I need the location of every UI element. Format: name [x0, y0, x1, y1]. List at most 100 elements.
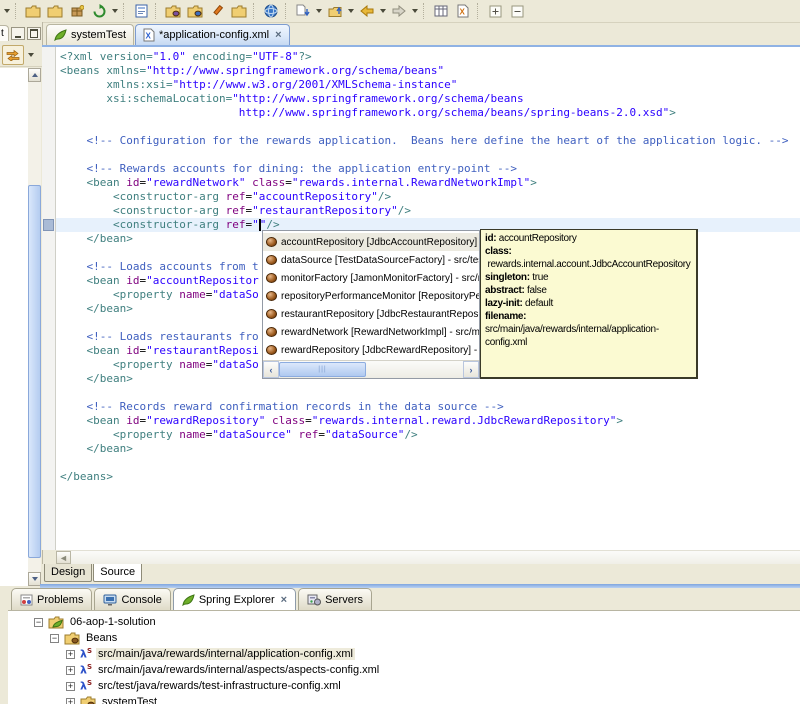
spring-explorer-close-button[interactable]: ×: [281, 594, 287, 605]
forward-button[interactable]: [389, 2, 409, 21]
tab-design[interactable]: Design: [44, 564, 93, 582]
code-line[interactable]: <!-- Records reward confirmation records…: [60, 400, 800, 414]
launch-button[interactable]: [207, 2, 227, 21]
code-line[interactable]: [60, 148, 800, 162]
left-panel-tab[interactable]: t: [0, 25, 9, 41]
web-browser-button[interactable]: [261, 2, 281, 21]
expand-icon[interactable]: +: [66, 681, 75, 691]
completion-item[interactable]: monitorFactory [JamonMonitorFactory] - s…: [263, 269, 479, 287]
open-type-button[interactable]: [163, 2, 183, 21]
code-line[interactable]: xsi:schemaLocation="http://www.springfra…: [60, 92, 800, 106]
refresh-dropdown[interactable]: [112, 9, 118, 13]
tree-row[interactable]: + systemTest: [8, 694, 800, 704]
view-menu-button[interactable]: [28, 53, 34, 57]
scroll-up-button[interactable]: [28, 68, 41, 82]
completion-item[interactable]: rewardRepository [JdbcRewardRepository] …: [263, 341, 479, 359]
last-edit-location-button[interactable]: [293, 2, 313, 21]
tab-source[interactable]: Source: [93, 564, 143, 582]
back-dropdown[interactable]: [380, 9, 386, 13]
xml-doc-button[interactable]: X: [453, 2, 473, 21]
tree-row[interactable]: − Beans: [8, 630, 800, 646]
expand-icon[interactable]: +: [66, 649, 75, 659]
toolbar-dropdown[interactable]: [4, 9, 10, 13]
tab-systemtest[interactable]: systemTest: [46, 24, 135, 45]
go-up-button[interactable]: [325, 2, 345, 21]
tree-row[interactable]: + λS src/main/java/rewards/internal/applic…: [8, 646, 800, 662]
grid-view-button[interactable]: [431, 2, 451, 21]
completion-item[interactable]: dataSource [TestDataSourceFactory] - src…: [263, 251, 479, 269]
tab-close-button[interactable]: ×: [275, 30, 281, 41]
code-line[interactable]: </beans>: [60, 470, 800, 484]
tab-console[interactable]: Console: [94, 588, 171, 610]
tree-row[interactable]: + λS src/test/java/rewards/test-infrastruc…: [8, 678, 800, 694]
minimize-button[interactable]: [10, 26, 25, 40]
popup-scroll-left-button[interactable]: ‹: [263, 361, 279, 378]
tree-row[interactable]: + λS src/main/java/rewards/internal/aspect…: [8, 662, 800, 678]
open-folder-button[interactable]: [229, 2, 249, 21]
go-up-dropdown[interactable]: [348, 9, 354, 13]
editor-ruler[interactable]: [42, 47, 56, 550]
bean-details-tooltip: id: accountRepository class: rewards.inte…: [480, 229, 698, 379]
toolbar-separator: [15, 3, 19, 19]
new-wizard-button[interactable]: [23, 2, 43, 21]
code-line[interactable]: <bean id="rewardRepository" class="rewar…: [60, 414, 800, 428]
new-package-button[interactable]: [67, 2, 87, 21]
open-resource-button[interactable]: [185, 2, 205, 21]
tree-label[interactable]: src/main/java/rewards/internal/aspects/a…: [96, 664, 381, 676]
tree-label[interactable]: systemTest: [100, 696, 159, 704]
tab-servers[interactable]: Servers: [298, 588, 372, 610]
completion-item[interactable]: restaurantRepository [JdbcRestaurantRepo…: [263, 305, 479, 323]
code-line[interactable]: </bean>: [60, 442, 800, 456]
tree-label[interactable]: src/main/java/rewards/internal/applicati…: [96, 648, 355, 660]
code-line[interactable]: <property name="dataSource" ref="dataSou…: [60, 428, 800, 442]
code-line[interactable]: <constructor-arg ref="restaurantReposito…: [60, 204, 800, 218]
tree-label[interactable]: 06-aop-1-solution: [68, 616, 158, 628]
code-line[interactable]: xmlns:xsi="http://www.w3.org/2001/XMLSch…: [60, 78, 800, 92]
tree-label[interactable]: src/test/java/rewards/test-infrastructur…: [96, 680, 343, 692]
hscroll-left-button[interactable]: ◄: [56, 551, 71, 564]
scroll-thumb[interactable]: [28, 185, 41, 558]
xml-file-orange-icon: X: [457, 4, 469, 18]
collapse-icon[interactable]: −: [50, 633, 59, 643]
completion-item[interactable]: accountRepository [JdbcAccountRepository…: [263, 233, 479, 251]
popup-scroll-thumb[interactable]: |||: [279, 362, 366, 377]
refresh-button[interactable]: [89, 2, 109, 21]
package-star-icon: [70, 4, 84, 18]
popup-scroll-right-button[interactable]: ›: [463, 361, 479, 378]
tab-problems[interactable]: Problems: [11, 588, 93, 610]
maximize-button[interactable]: [26, 26, 41, 40]
left-panel-scrollbar[interactable]: [28, 68, 41, 586]
form-editor-button[interactable]: [131, 2, 151, 21]
code-line[interactable]: [60, 120, 800, 134]
code-line[interactable]: <bean id="rewardNetwork" class="rewards.…: [60, 176, 800, 190]
completion-item[interactable]: repositoryPerformanceMonitor [Repository…: [263, 287, 479, 305]
popup-hscrollbar[interactable]: ‹ ||| ›: [263, 360, 479, 378]
expand-icon[interactable]: +: [66, 697, 75, 704]
code-line[interactable]: <beans xmlns="http://www.springframework…: [60, 64, 800, 78]
tree-label[interactable]: Beans: [84, 632, 119, 644]
code-line[interactable]: [60, 456, 800, 470]
code-line[interactable]: [60, 386, 800, 400]
spring-project-icon: [48, 616, 64, 629]
link-with-editor-button[interactable]: [2, 45, 24, 65]
completion-item[interactable]: rewardNetwork [RewardNetworkImpl] - src/…: [263, 323, 479, 341]
back-button[interactable]: [357, 2, 377, 21]
collapse-icon[interactable]: −: [34, 617, 43, 627]
last-edit-dropdown[interactable]: [316, 9, 322, 13]
code-line[interactable]: <constructor-arg ref="accountRepository"…: [60, 190, 800, 204]
code-line[interactable]: <!-- Configuration for the rewards appli…: [60, 134, 800, 148]
expand-all-button[interactable]: [485, 2, 505, 21]
new-wizard-alt-button[interactable]: [45, 2, 65, 21]
tab-application-config-xml[interactable]: X *application-config.xml ×: [135, 24, 290, 45]
tree-row[interactable]: − 06-aop-1-solution: [8, 614, 800, 630]
spring-leaf-icon: [182, 593, 195, 606]
tab-spring-explorer[interactable]: Spring Explorer ×: [172, 588, 297, 610]
code-line[interactable]: <!-- Rewards accounts for dining: the ap…: [60, 162, 800, 176]
code-line[interactable]: http://www.springframework.org/schema/be…: [60, 106, 800, 120]
code-line[interactable]: <?xml version="1.0" encoding="UTF-8"?>: [60, 50, 800, 64]
forward-dropdown[interactable]: [412, 9, 418, 13]
editor-hscrollbar[interactable]: ◄: [56, 550, 800, 565]
expand-icon[interactable]: +: [66, 665, 75, 675]
collapse-all-button[interactable]: [507, 2, 527, 21]
new-folder-star-icon: [47, 5, 63, 18]
